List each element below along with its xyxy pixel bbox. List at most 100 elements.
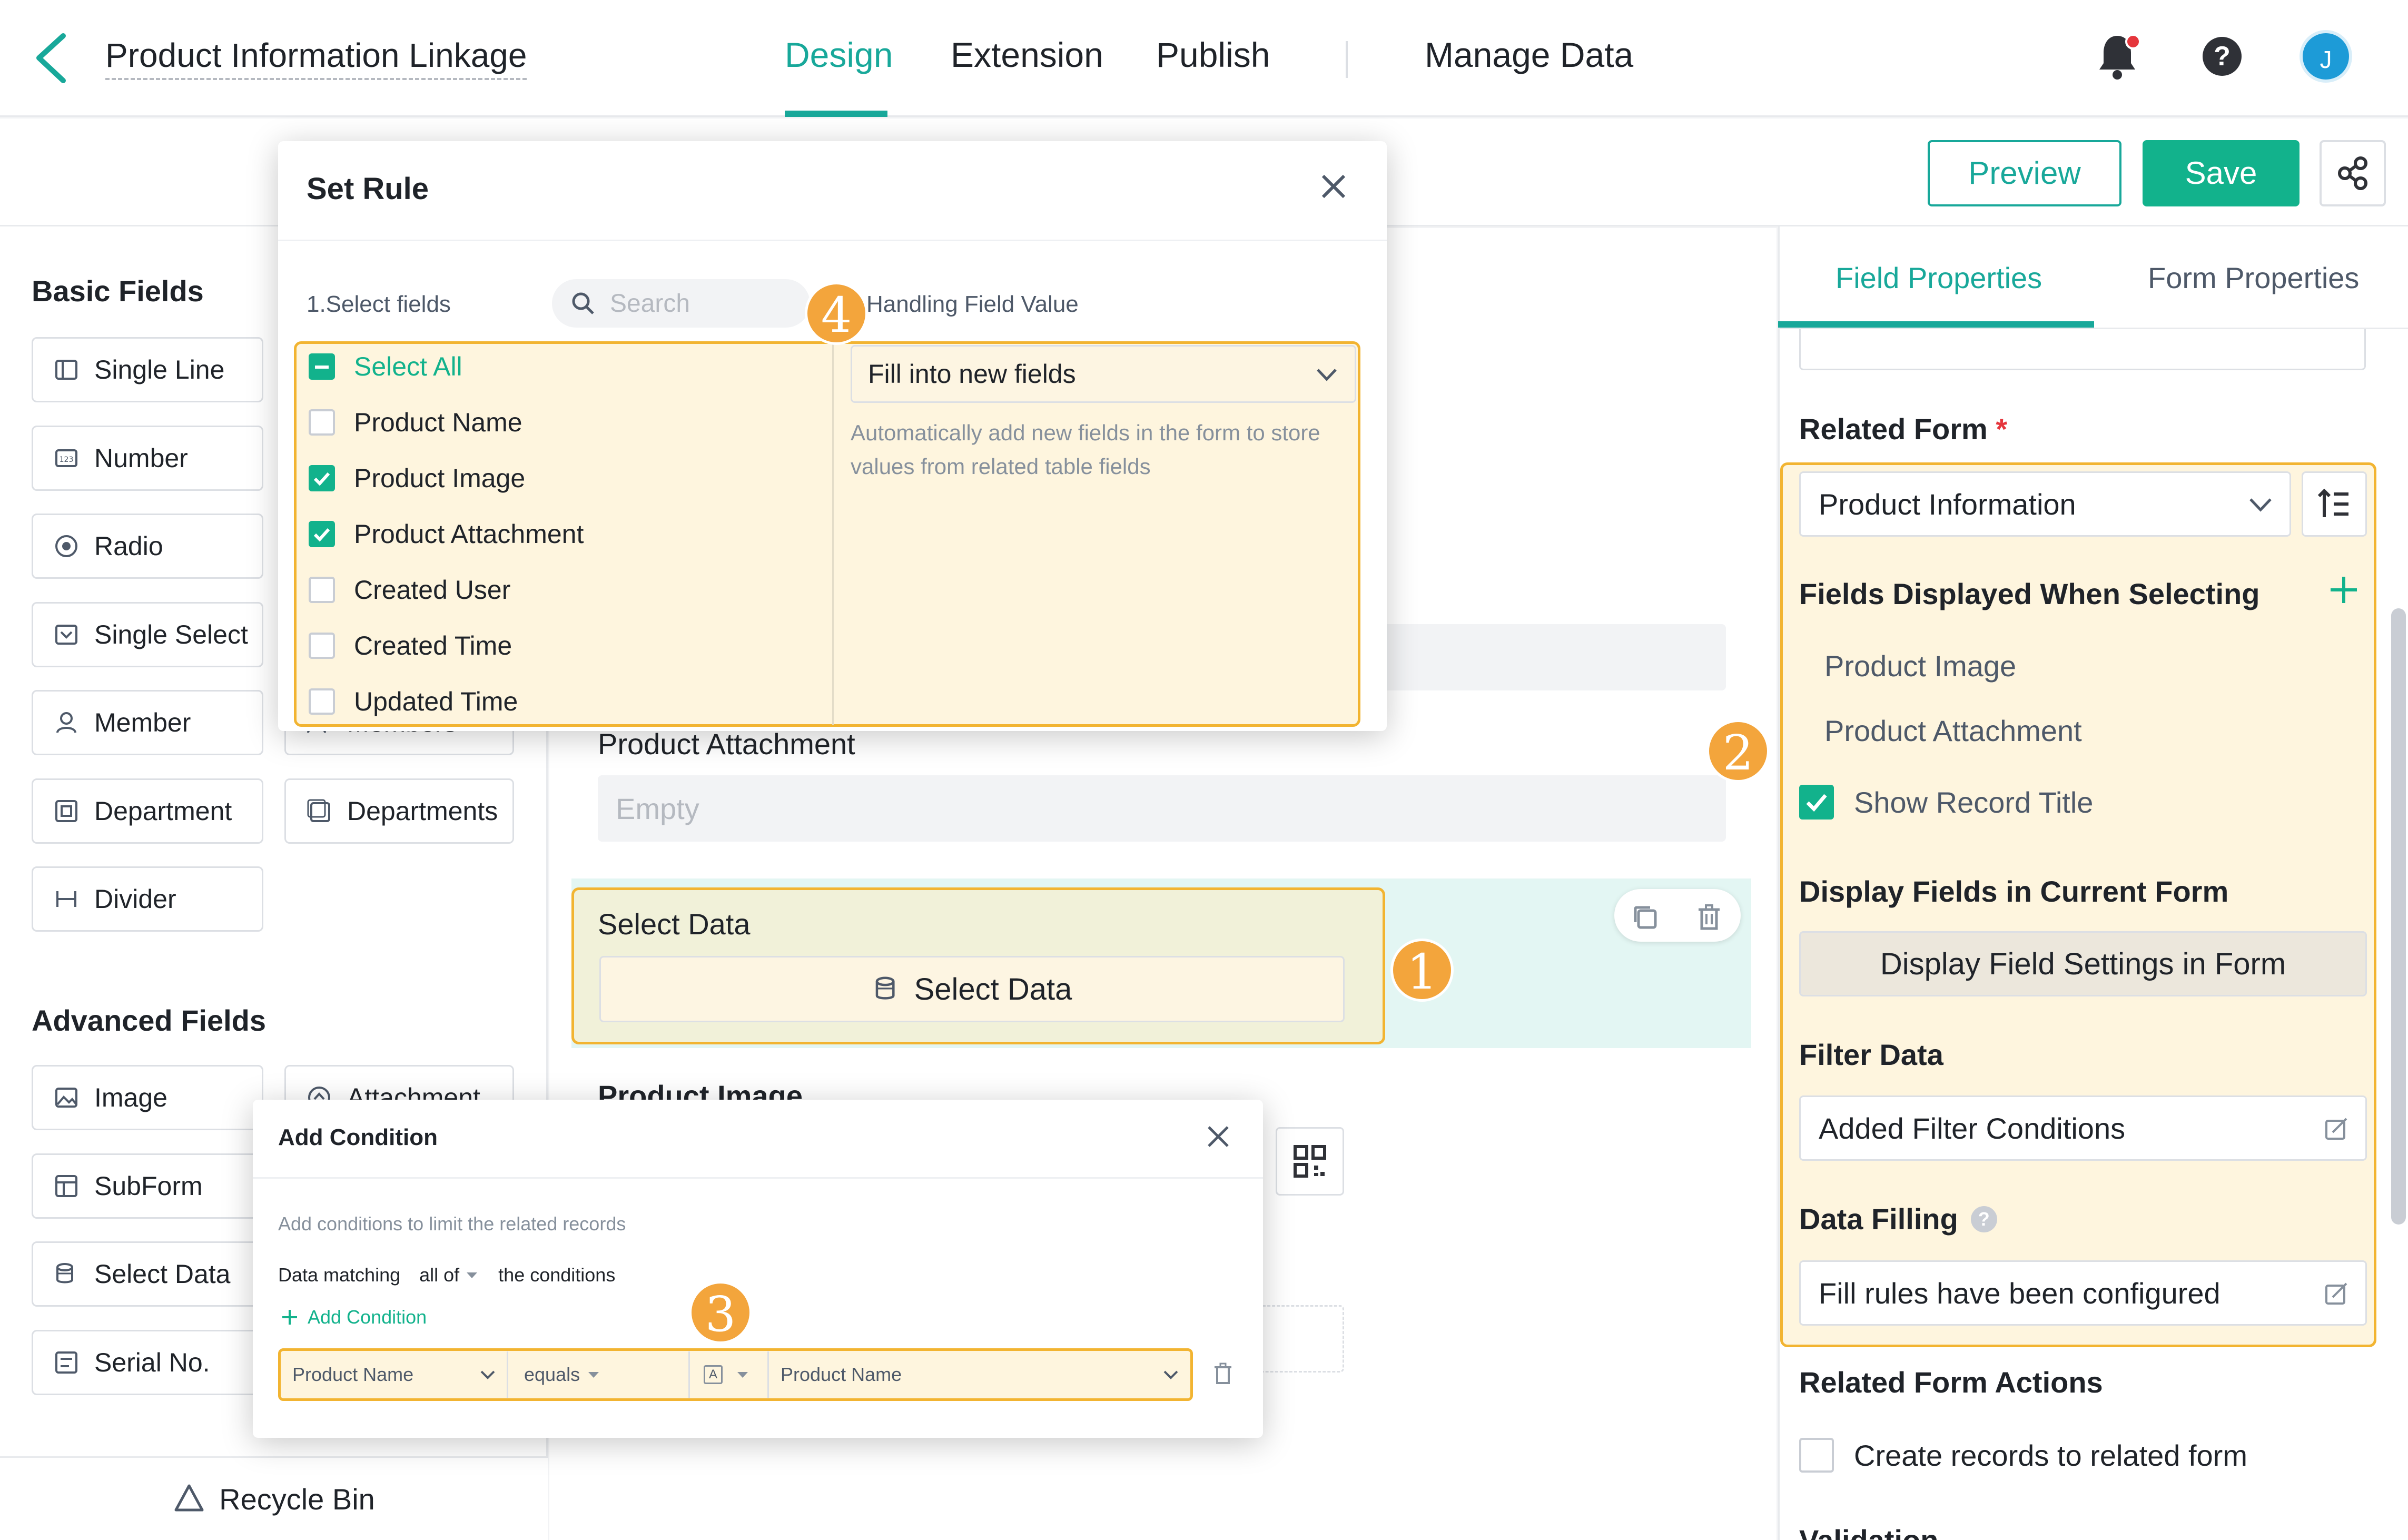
field-number[interactable]: 123 Number <box>32 426 263 491</box>
handling-field-value-label: Handling Field Value <box>866 291 1079 317</box>
checkbox-select-all[interactable]: Select All <box>295 339 827 394</box>
data-filling-label: Data Filling <box>1799 1202 1958 1236</box>
field-member[interactable]: Member <box>32 690 263 755</box>
step-badge-2: 2 <box>1706 719 1770 783</box>
condition-value-select[interactable]: Product Name <box>769 1351 1189 1398</box>
single-select-icon <box>55 625 77 645</box>
matching-mode-value: all of <box>419 1264 460 1286</box>
handling-value-select[interactable]: Fill into new fields <box>851 345 1356 403</box>
show-record-title-checkbox[interactable]: Show Record Title <box>1799 785 2093 820</box>
create-records-checkbox[interactable]: Create records to related form <box>1799 1438 2247 1473</box>
close-icon[interactable] <box>1203 1122 1233 1151</box>
field-radio[interactable]: Radio <box>32 514 263 579</box>
related-form-actions-title: Related Form Actions <box>1799 1366 2103 1399</box>
tab-publish[interactable]: Publish <box>1156 35 1270 75</box>
field-label: Serial No. <box>94 1348 210 1377</box>
add-condition-title: Add Condition <box>278 1124 438 1150</box>
dialog-divider <box>253 1177 1263 1179</box>
select-data-button-label: Select Data <box>914 972 1072 1006</box>
product-attachment-label: Product Attachment <box>598 727 855 761</box>
recycle-bin-button[interactable]: Recycle Bin <box>0 1456 548 1540</box>
preview-button[interactable]: Preview <box>1928 140 2121 206</box>
displayed-field-item[interactable]: Product Attachment <box>1824 714 2082 748</box>
trash-icon[interactable] <box>1693 902 1725 934</box>
departments-icon <box>307 799 330 822</box>
active-tab-indicator <box>785 111 887 117</box>
add-condition-link[interactable]: Add Condition <box>280 1306 427 1328</box>
field-label: Image <box>94 1083 167 1112</box>
tab-form-properties[interactable]: Form Properties <box>2148 261 2359 295</box>
app-title[interactable]: Product Information Linkage <box>105 36 527 80</box>
related-form-select[interactable]: Product Information <box>1799 471 2291 537</box>
checkbox-label: Product Attachment <box>354 519 584 549</box>
field-label: Radio <box>94 531 163 561</box>
checkbox-indeterminate-icon <box>309 353 335 380</box>
save-button[interactable]: Save <box>2143 140 2300 206</box>
create-records-label: Create records to related form <box>1854 1438 2247 1472</box>
checkbox-product-name[interactable]: Product Name <box>295 394 827 450</box>
field-department[interactable]: Department <box>32 778 263 844</box>
previous-field-input[interactable] <box>1799 329 2366 370</box>
filter-data-input[interactable]: Added Filter Conditions <box>1799 1095 2367 1161</box>
checkbox-updated-time[interactable]: Updated Time <box>295 674 827 729</box>
field-single-select[interactable]: Single Select <box>32 602 263 667</box>
data-filling-input[interactable]: Fill rules have been configured <box>1799 1260 2367 1326</box>
add-field-icon[interactable] <box>2325 571 2362 608</box>
condition-field-select[interactable]: Product Name <box>282 1351 508 1398</box>
help-icon[interactable]: ? <box>2203 37 2242 76</box>
field-label: Department <box>94 796 232 826</box>
nav-divider <box>1346 41 1348 78</box>
checkbox-checked-icon <box>1799 785 1834 820</box>
field-divider[interactable]: Divider <box>32 866 263 932</box>
checkbox-created-user[interactable]: Created User <box>295 562 827 618</box>
number-icon: 123 <box>55 449 77 467</box>
field-select-data[interactable]: Select Data <box>32 1241 263 1307</box>
sort-fields-icon[interactable] <box>2302 471 2367 537</box>
copy-icon[interactable] <box>1630 902 1662 934</box>
back-arrow-icon[interactable] <box>31 31 73 86</box>
checkbox-product-image[interactable]: Product Image <box>295 450 827 506</box>
checkbox-empty-icon <box>309 409 335 436</box>
tab-extension[interactable]: Extension <box>951 35 1103 75</box>
scrollbar-thumb[interactable] <box>2391 608 2406 1225</box>
field-label: Departments <box>347 796 498 826</box>
plus-icon <box>282 1310 297 1325</box>
chevron-down-icon <box>2249 498 2272 512</box>
database-icon <box>875 976 895 1000</box>
drop-zone[interactable] <box>1254 1305 1344 1373</box>
displayed-field-item[interactable]: Product Image <box>1824 649 2016 683</box>
close-icon[interactable] <box>1317 170 1350 203</box>
checkbox-product-attachment[interactable]: Product Attachment <box>295 506 827 562</box>
qr-code-icon[interactable] <box>1276 1127 1344 1196</box>
share-icon[interactable] <box>2320 140 2386 206</box>
field-image[interactable]: Image <box>32 1065 263 1130</box>
tab-design[interactable]: Design <box>785 35 893 75</box>
display-field-settings-button[interactable]: Display Field Settings in Form <box>1799 931 2367 996</box>
member-icon <box>56 712 76 733</box>
matching-mode-select[interactable]: all of <box>419 1264 479 1286</box>
search-placeholder: Search <box>610 289 690 318</box>
field-serial-no[interactable]: Serial No. <box>32 1330 263 1395</box>
condition-operator-select[interactable]: equals <box>508 1351 690 1398</box>
chevron-down-icon <box>480 1370 495 1379</box>
select-data-button[interactable]: Select Data <box>599 956 1345 1022</box>
search-input[interactable]: Search <box>552 279 810 328</box>
checkbox-created-time[interactable]: Created Time <box>295 618 827 674</box>
condition-value-type-select[interactable]: A <box>690 1351 769 1398</box>
field-single-line[interactable]: Single Line <box>32 337 263 402</box>
advanced-fields-title: Advanced Fields <box>32 1004 267 1037</box>
tab-manage-data[interactable]: Manage Data <box>1425 35 1633 75</box>
serial-number-icon <box>55 1351 77 1374</box>
delete-condition-icon[interactable] <box>1211 1362 1235 1387</box>
notification-dot <box>2125 34 2141 50</box>
chevron-down-icon <box>1317 369 1337 381</box>
product-attachment-input[interactable]: Empty <box>598 775 1726 842</box>
active-tab-indicator <box>1778 321 2094 328</box>
add-condition-label: Add Condition <box>308 1306 427 1328</box>
avatar[interactable]: J <box>2300 30 2352 83</box>
field-departments[interactable]: Departments <box>284 778 514 844</box>
help-circle-icon[interactable]: ? <box>1970 1206 1997 1232</box>
tab-field-properties[interactable]: Field Properties <box>1835 261 2042 295</box>
field-subform[interactable]: SubForm <box>32 1153 263 1219</box>
filter-data-value: Added Filter Conditions <box>1819 1111 2126 1145</box>
